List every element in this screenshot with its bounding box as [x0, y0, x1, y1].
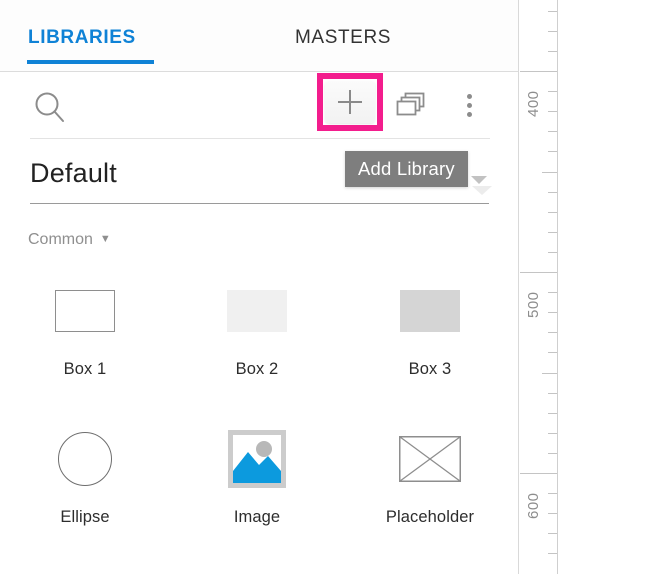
widget-label: Ellipse: [60, 508, 110, 526]
ruler-minor-tick: [548, 151, 557, 152]
duplicate-libraries-icon[interactable]: [394, 90, 428, 122]
ruler-minor-tick: [548, 51, 557, 52]
ruler-minor-tick: [548, 91, 557, 92]
ruler-minor-tick: [548, 212, 557, 213]
widget-image[interactable]: Image: [182, 426, 332, 527]
add-library-button[interactable]: [325, 81, 375, 123]
widget-label: Box 1: [63, 360, 107, 378]
ruler-minor-tick: [548, 453, 557, 454]
category-common[interactable]: Common ▼: [28, 231, 111, 249]
widget-thumbnail: [182, 278, 332, 344]
ruler-minor-tick: [548, 131, 557, 132]
ruler-minor-tick: [548, 413, 557, 414]
tab-libraries[interactable]: LIBRARIES: [28, 27, 136, 49]
outline-rect-icon: [55, 290, 115, 332]
widget-label: Box 2: [235, 360, 279, 378]
ruler-minor-tick: [542, 373, 557, 374]
widget-box-3[interactable]: Box 3: [355, 278, 505, 379]
circle-icon: [58, 432, 112, 486]
application-window: LIBRARIES MASTERS Default Common ▼ Box 1…: [0, 0, 650, 574]
ruler-minor-tick: [548, 352, 557, 353]
widget-thumbnail: [182, 426, 332, 492]
libraries-panel: LIBRARIES MASTERS Default Common ▼ Box 1…: [0, 0, 519, 574]
tab-masters[interactable]: MASTERS: [295, 27, 391, 49]
vertical-ruler[interactable]: 400 500 600: [520, 0, 558, 574]
kebab-dot: [467, 103, 472, 108]
ruler-minor-tick: [548, 232, 557, 233]
active-tab-indicator: [27, 60, 154, 64]
widget-label: Box 3: [408, 360, 452, 378]
widget-placeholder[interactable]: Placeholder: [355, 426, 505, 527]
gray-filled-rect-icon: [400, 290, 460, 332]
widget-thumbnail: [355, 426, 505, 492]
add-library-tooltip: Add Library: [345, 151, 468, 187]
ruler-minor-tick: [548, 111, 557, 112]
widget-row: Ellipse Image Placeholder: [0, 426, 518, 574]
tooltip-caret-icon: [472, 186, 492, 195]
search-icon[interactable]: [33, 90, 67, 124]
category-label: Common: [28, 231, 93, 248]
toolbar-divider: [30, 138, 490, 139]
ruler-minor-tick: [548, 31, 557, 32]
ruler-major-tick: [520, 473, 557, 474]
widget-thumbnail: [355, 278, 505, 344]
ruler-minor-tick: [548, 192, 557, 193]
image-thumbnail-icon: [228, 430, 286, 488]
widget-thumbnail: [10, 278, 160, 344]
widget-ellipse[interactable]: Ellipse: [10, 426, 160, 527]
ruler-minor-tick: [548, 332, 557, 333]
ruler-minor-tick: [548, 292, 557, 293]
plus-icon-vertical: [349, 90, 351, 114]
widget-label: Image: [233, 508, 281, 526]
widget-thumbnail: [10, 426, 160, 492]
library-selector-underline: [30, 203, 489, 204]
ruler-minor-tick: [548, 533, 557, 534]
kebab-dot: [467, 112, 472, 117]
ruler-minor-tick: [548, 11, 557, 12]
widget-box-1[interactable]: Box 1: [10, 278, 160, 379]
widget-label: Placeholder: [385, 508, 475, 526]
widget-box-2[interactable]: Box 2: [182, 278, 332, 379]
ruler-minor-tick: [548, 312, 557, 313]
crossed-rect-icon: [399, 436, 461, 482]
ruler-label: 400: [525, 90, 542, 117]
ruler-major-tick: [520, 272, 557, 273]
light-filled-rect-icon: [227, 290, 287, 332]
canvas-area[interactable]: [559, 0, 650, 574]
widget-grid: Box 1 Box 2 Box 3 Ellipse Image Placehol…: [0, 278, 518, 574]
chevron-down-icon: [471, 176, 487, 184]
ruler-label: 500: [525, 291, 542, 318]
ruler-label: 600: [525, 492, 542, 519]
caret-down-icon: ▼: [99, 233, 111, 245]
widget-row: Box 1 Box 2 Box 3: [0, 278, 518, 426]
selected-library-name: Default: [30, 158, 117, 188]
ruler-minor-tick: [548, 553, 557, 554]
ruler-minor-tick: [548, 513, 557, 514]
ruler-major-tick: [520, 71, 557, 72]
kebab-menu-icon[interactable]: [458, 90, 482, 122]
libraries-toolbar: [0, 73, 518, 138]
ruler-minor-tick: [548, 493, 557, 494]
kebab-dot: [467, 94, 472, 99]
panel-tab-bar: LIBRARIES MASTERS: [0, 0, 518, 72]
ruler-minor-tick: [548, 252, 557, 253]
ruler-minor-tick: [542, 172, 557, 173]
ruler-minor-tick: [548, 393, 557, 394]
ruler-minor-tick: [548, 433, 557, 434]
